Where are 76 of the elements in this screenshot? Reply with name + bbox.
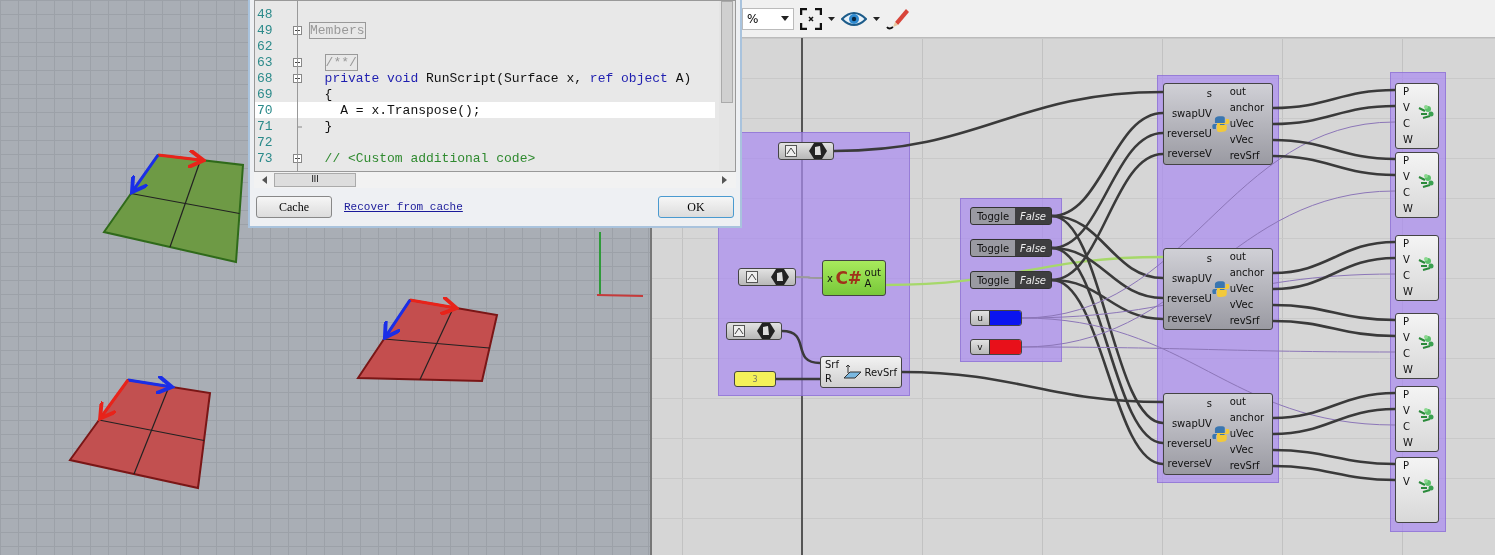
arrows-icon — [1418, 407, 1434, 423]
line-number: 62 — [256, 38, 274, 54]
collapse-icon[interactable] — [293, 153, 302, 163]
code-line: // <Custom additional code> — [323, 150, 536, 166]
expand-icon[interactable] — [293, 25, 302, 35]
pen-icon[interactable] — [886, 6, 910, 31]
hexagon-icon — [757, 323, 775, 339]
line-number: 70 — [256, 102, 274, 118]
caret-icon — [781, 16, 789, 21]
line-number: 49 — [256, 22, 274, 38]
surface-icon — [841, 364, 862, 380]
colour-swatch[interactable]: v — [970, 339, 1022, 355]
code-line: { — [323, 86, 333, 102]
caret-icon[interactable] — [828, 16, 835, 21]
peak-icon — [733, 325, 745, 337]
scrollbar[interactable] — [719, 1, 735, 171]
arrows-icon — [1418, 104, 1434, 120]
line-number: 72 — [256, 134, 274, 150]
vector-display-component[interactable]: P V — [1395, 457, 1439, 523]
surface-parameter-node[interactable] — [726, 322, 782, 340]
surface-drawing[interactable] — [356, 294, 499, 382]
code-line: A = x.Transpose(); — [339, 102, 481, 118]
python-component[interactable]: s swapUV reverseU reverseV out anchor uVec vVec revSrf — [1163, 83, 1273, 165]
wire — [776, 377, 820, 381]
python-icon — [1211, 425, 1230, 443]
eye-icon[interactable] — [841, 9, 867, 28]
recover-link[interactable]: Recover from cache — [344, 201, 463, 213]
revolve-component[interactable]: Srf R RevSrf — [820, 356, 902, 388]
line-number: 63 — [256, 54, 274, 70]
arrows-icon — [1418, 256, 1434, 272]
wire — [781, 329, 821, 365]
hexagon-icon — [809, 143, 827, 159]
surface-parameter-node[interactable] — [738, 268, 796, 286]
scrollbar[interactable]: III — [254, 172, 736, 188]
arrows-icon — [1418, 173, 1434, 189]
python-icon — [1211, 280, 1230, 298]
python-component[interactable]: s swapUV reverseU reverseV out anchor uVec vVec revSrf — [1163, 393, 1273, 475]
peak-icon — [745, 271, 758, 283]
vector-display-component[interactable]: P V C W — [1395, 152, 1439, 218]
code-line: private void RunScript(Surface x, ref object A) — [323, 70, 692, 86]
caret-icon[interactable] — [873, 16, 880, 21]
scroll-right-icon[interactable] — [722, 176, 728, 184]
wire — [795, 276, 823, 279]
ok-button[interactable]: OK — [658, 196, 734, 218]
vector-display-component[interactable]: P V C W — [1395, 235, 1439, 301]
peak-icon — [785, 145, 797, 157]
surface-parameter-node[interactable] — [778, 142, 834, 160]
surface-drawing[interactable] — [102, 147, 245, 264]
vector-display-component[interactable]: P V C W — [1395, 313, 1439, 379]
value-panel[interactable]: 3 — [734, 371, 776, 387]
colour-swatch[interactable]: u — [970, 310, 1022, 326]
python-component[interactable]: s swapUV reverseU reverseV out anchor uVec vVec revSrf — [1163, 248, 1273, 330]
zoom-dropdown[interactable]: % — [742, 7, 794, 30]
cache-button[interactable]: Cache — [256, 196, 332, 218]
vector-display-component[interactable]: P V C W — [1395, 83, 1439, 149]
vector-display-component[interactable]: P V C W — [1395, 386, 1439, 452]
hexagon-icon — [770, 269, 789, 285]
code-editor[interactable]: 48 49 Members 62 63 /**/ 68 private void RunScript(Surface x, ref object A) 69 { 70 A = x.Transpose(); 71 } 72 73 // <Custom additional code> — [254, 0, 736, 172]
zoom-extents-icon[interactable] — [800, 7, 822, 30]
line-number: 48 — [256, 6, 274, 22]
boolean-toggle[interactable]: Toggle False — [970, 207, 1052, 225]
line-number: 69 — [256, 86, 274, 102]
surface-drawing[interactable] — [68, 373, 212, 490]
line-number: 73 — [256, 150, 274, 166]
arrows-icon — [1418, 478, 1434, 494]
line-number: 68 — [256, 70, 274, 86]
expand-icon[interactable] — [293, 57, 302, 67]
line-number: 71 — [256, 118, 274, 134]
python-icon — [1211, 115, 1230, 133]
collapse-icon[interactable] — [293, 73, 302, 83]
boolean-toggle[interactable]: Toggle False — [970, 239, 1052, 257]
arrows-icon — [1418, 334, 1434, 350]
boolean-toggle[interactable]: Toggle False — [970, 271, 1052, 289]
scroll-left-icon[interactable] — [262, 176, 268, 184]
code-line: } — [323, 118, 333, 134]
axis-drawing — [596, 231, 644, 297]
